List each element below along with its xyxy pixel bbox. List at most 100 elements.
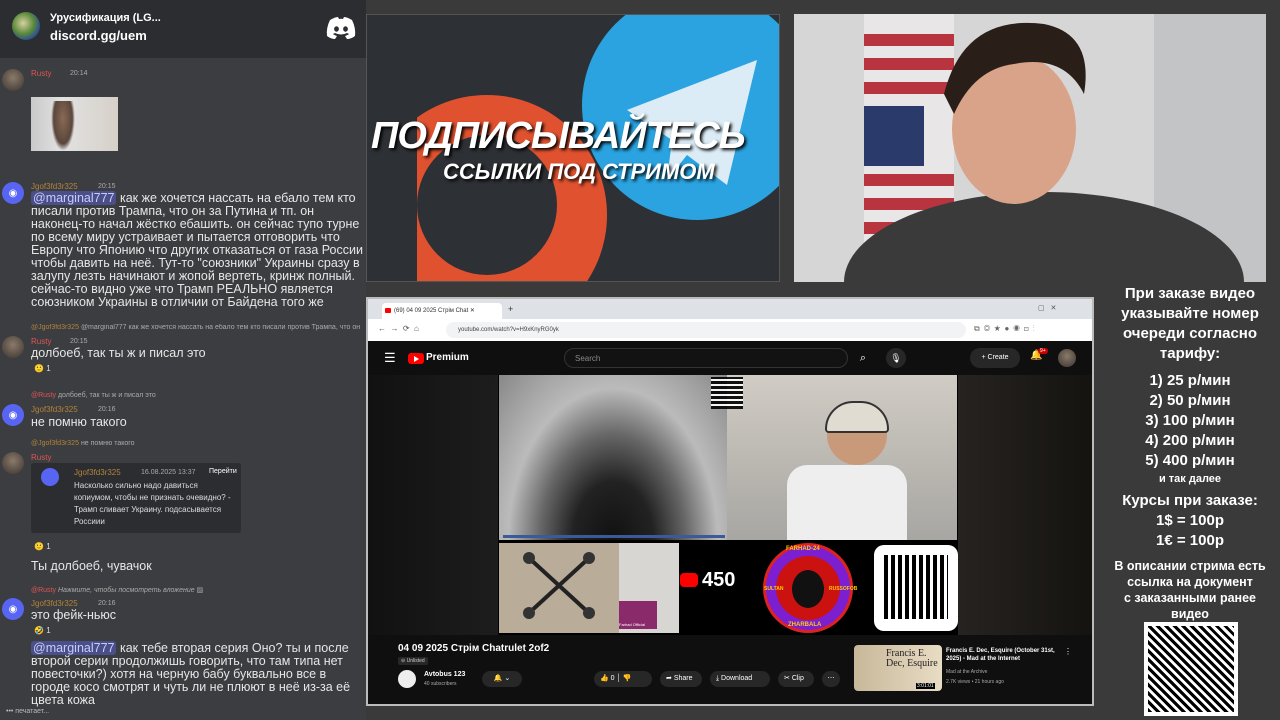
server-name: Урусификация (LG... [50, 12, 161, 24]
search-icon[interactable]: ⌕ [850, 348, 876, 368]
tab-bar: (69) 04 09 2025 Стрім Chat ✕ + ▢ ✕ [368, 299, 1092, 319]
reply-user: @Jgof3fd3r325 [31, 440, 79, 447]
clip-label: Clip [791, 675, 804, 682]
reply-preview[interactable]: @Rusty долбоеб, так ты ж и писал это [31, 392, 156, 399]
more-actions-button[interactable]: ⋯ [822, 671, 840, 687]
reply-preview[interactable]: @Jgof3fd3r325 не помню такого [31, 440, 135, 447]
reaction[interactable]: 🙂 1 [34, 542, 51, 551]
server-icon [12, 12, 40, 40]
avatar[interactable] [2, 452, 24, 474]
yt-brand[interactable]: Premium [426, 352, 469, 363]
rate-5: 5) 400 р/мин [1145, 452, 1235, 469]
recommended-menu-icon[interactable]: ⋮ [1064, 647, 1072, 656]
viewer-count: 450 [702, 569, 736, 591]
download-button[interactable]: ⤓ Download [710, 671, 770, 687]
qr-code-icon [1144, 622, 1238, 716]
user-mention[interactable]: @marginal777 [31, 641, 117, 655]
reply-preview[interactable]: @Rusty Нажмите, чтобы посмотреть вложени… [31, 586, 203, 594]
discord-chat-panel: Урусификация (LG... discord.gg/uem Rusty… [0, 0, 366, 720]
channel-name[interactable]: Avtobus 123 [424, 671, 465, 678]
channel-avatar[interactable] [398, 670, 416, 688]
subscriber-count: 40 subscribers [424, 681, 457, 687]
message-text: @marginal777 как же хочется нассать на е… [31, 191, 366, 309]
rate-4: 4) 200 р/мин [1145, 432, 1235, 449]
like-count: 0 [610, 675, 615, 682]
video-duration: 3:01:01 [916, 683, 935, 689]
avatar[interactable] [2, 336, 24, 358]
unlisted-text: Unlisted [406, 658, 425, 664]
discord-logo-icon [326, 17, 356, 39]
drone-image: Farhad Official [499, 543, 679, 633]
window-controls[interactable]: ▢ ✕ [1038, 304, 1056, 312]
promo-headline: ПОДПИСЫВАЙТЕСЬ [371, 115, 746, 157]
reaction-count: 1 [46, 626, 51, 635]
extension-icons[interactable]: ⧉◎★●◉⊡⋮ [974, 324, 1039, 334]
player-pillar-right [958, 375, 1092, 635]
username[interactable]: Rusty [31, 337, 51, 346]
recommended-thumbnail[interactable]: Francis E. Dec, Esquire 3:01:01 [854, 645, 942, 691]
promo-subline: ССЫЛКИ ПОД СТРИМОМ [443, 159, 715, 184]
username[interactable]: Rusty [31, 69, 51, 78]
rate-1: 1) 25 р/мин [1149, 372, 1231, 389]
cam-shirt [787, 465, 907, 540]
menu-icon[interactable]: ☰ [384, 350, 396, 366]
recommended-title[interactable]: Francis E. Dec, Esquire (October 31st, 2… [946, 647, 1060, 663]
like-button[interactable]: 👍 0 │ 👎 [594, 671, 652, 687]
url-text: youtube.com/watch?v=H9xKnyRG0yk [458, 327, 559, 333]
progress-bar[interactable] [503, 535, 725, 538]
reply-text: @marginal777 как же хочется нассать на е… [80, 324, 361, 331]
account-avatar[interactable] [1058, 349, 1076, 367]
avatar[interactable] [2, 69, 24, 91]
share-button[interactable]: ➦ Share [660, 671, 702, 687]
unlisted-badge: ⊖ Unlisted [398, 657, 428, 665]
discord-default-avatar-icon[interactable]: ◉ [2, 404, 24, 426]
timestamp: 20:16 [98, 600, 116, 607]
channel-badge: FARHAD-24 SULTAN RUSSOFOB ZHARBALA [763, 543, 857, 633]
username[interactable]: Jgof3fd3r325 [31, 599, 78, 608]
mic-icon[interactable]: 🎙 [886, 348, 906, 368]
reaction[interactable]: 🤣 1 [34, 626, 51, 635]
clip-button[interactable]: ✂ Clip [778, 671, 814, 687]
attachment-image[interactable] [31, 97, 118, 151]
reaction[interactable]: 🙂 1 [34, 364, 51, 373]
image-icon: ▨ [196, 587, 204, 594]
desc-3: с заказанными ранее [1123, 591, 1256, 605]
bell-dropdown-button[interactable]: 🔔 ⌄ [482, 671, 522, 687]
discord-default-avatar-icon[interactable]: ◉ [2, 598, 24, 620]
discord-default-avatar-icon[interactable]: ◉ [2, 182, 24, 204]
nav-buttons[interactable]: ← → ⟳ ⌂ [378, 324, 419, 333]
rate-3: 3) 100 р/мин [1145, 412, 1235, 429]
browser-tab[interactable]: (69) 04 09 2025 Стрім Chat ✕ [382, 303, 502, 319]
message-embed[interactable]: Jgof3fd3r325 16.08.2025 13:37 Перейти На… [31, 463, 241, 533]
reply-preview[interactable]: @Jgof3fd3r325 @marginal777 как же хочетс… [31, 324, 366, 331]
badge-bottom-text: ZHARBALA [788, 622, 822, 628]
rate-2: 2) 50 р/мин [1149, 392, 1231, 409]
badge-face-icon [792, 570, 824, 608]
create-button[interactable]: + Create [970, 348, 1020, 368]
username[interactable]: Rusty [31, 453, 51, 462]
message-body: как же хочется нассать на ебало тем кто … [31, 191, 363, 309]
user-mention[interactable]: @marginal777 [31, 191, 117, 205]
new-tab-button[interactable]: + [508, 304, 513, 314]
embed-date: 16.08.2025 13:37 [141, 469, 196, 476]
reply-text: Нажмите, чтобы посмотреть вложение [57, 587, 195, 594]
embed-avatar-icon [41, 468, 59, 486]
recommended-meta: 2.7K views • 21 hours ago [946, 679, 1004, 685]
browser-window: (69) 04 09 2025 Стрім Chat ✕ + ▢ ✕ ← → ⟳… [366, 297, 1094, 706]
tab-title: (69) 04 09 2025 Стрім Chat [394, 308, 469, 314]
jump-link[interactable]: Перейти [209, 468, 237, 475]
video-player[interactable]: Farhad Official 450 FARHAD-24 SULTAN RUS… [368, 375, 1092, 635]
message-text: это фейк-ньюс [31, 608, 117, 622]
username[interactable]: Jgof3fd3r325 [31, 405, 78, 414]
reaction-count: 1 [46, 542, 51, 551]
username[interactable]: Jgof3fd3r325 [31, 182, 78, 191]
url-bar[interactable]: youtube.com/watch?v=H9xKnyRG0yk [446, 322, 966, 338]
message-text: @marginal777 как тебе вторая серия Оно? … [31, 641, 366, 707]
player-pillar-left [368, 375, 498, 635]
attachment-person [51, 101, 75, 151]
qr-code-icon [711, 377, 743, 409]
search-input[interactable]: Search [564, 348, 848, 368]
recommended-channel[interactable]: Mad at the Archive [946, 669, 987, 675]
download-label: Download [721, 675, 753, 682]
youtube-logo-icon[interactable] [408, 353, 424, 364]
